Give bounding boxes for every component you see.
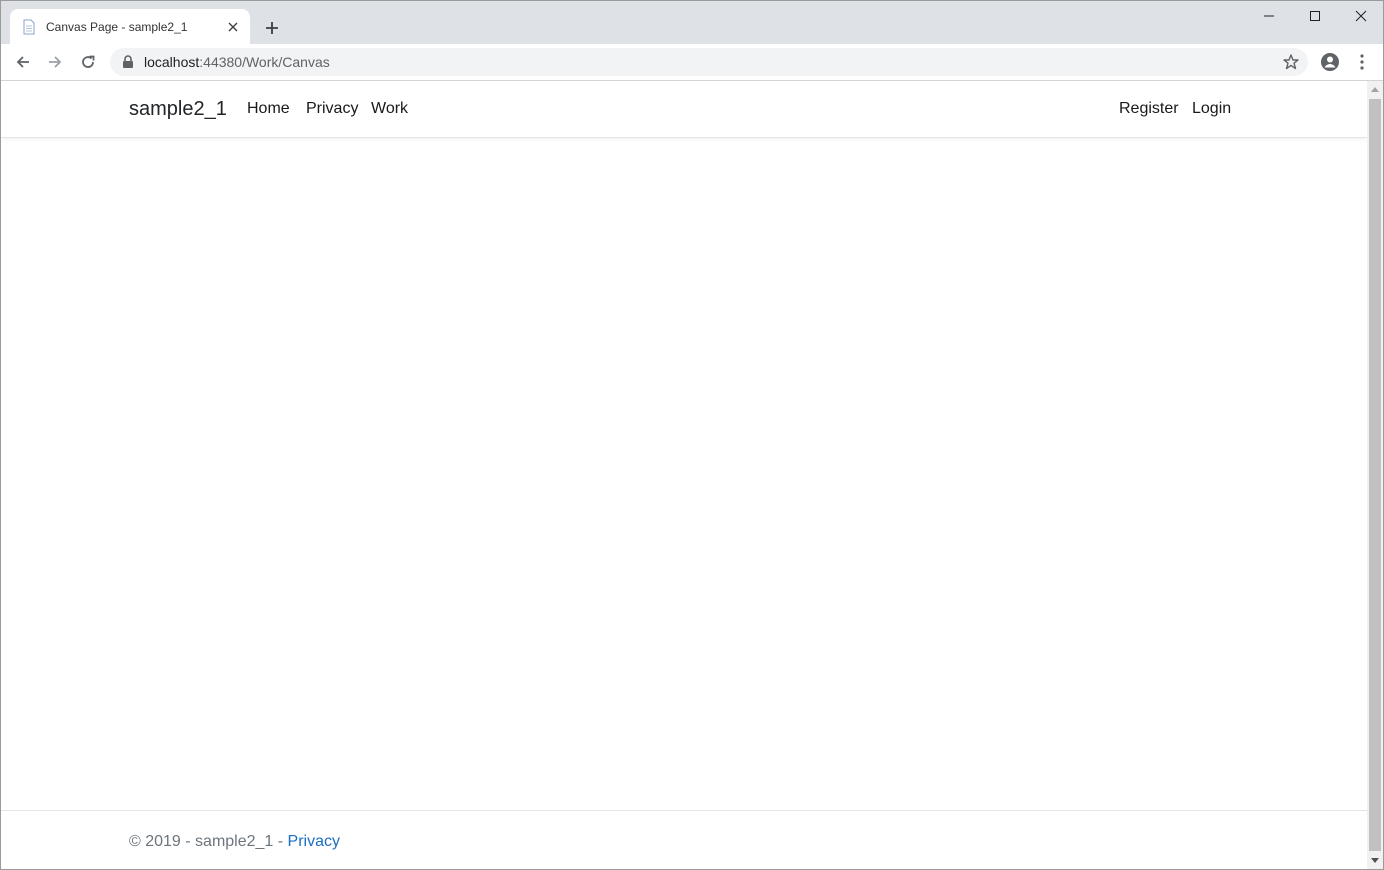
reload-icon[interactable] — [74, 48, 102, 76]
account-icon[interactable] — [1316, 48, 1344, 76]
nav-register[interactable]: Register — [1119, 100, 1179, 118]
tab-close-icon[interactable] — [224, 18, 242, 36]
page-scrollbar[interactable] — [1367, 81, 1383, 869]
maximize-icon[interactable] — [1292, 1, 1338, 31]
scroll-up-icon[interactable] — [1367, 81, 1383, 98]
site-brand[interactable]: sample2_1 — [129, 98, 227, 121]
nav-login[interactable]: Login — [1192, 100, 1231, 118]
nav-home[interactable]: Home — [247, 100, 290, 118]
url-host: localhost — [144, 54, 200, 70]
tab-strip: Canvas Page - sample2_1 — [1, 1, 1383, 44]
url-text: localhost:44380/Work/Canvas — [144, 54, 330, 70]
scroll-down-icon[interactable] — [1367, 852, 1383, 869]
browser-toolbar: localhost:44380/Work/Canvas — [1, 44, 1383, 81]
arrow-left-icon[interactable] — [9, 48, 37, 76]
site-navbar: sample2_1 Home Privacy Work Register Log… — [1, 81, 1367, 138]
address-bar[interactable]: localhost:44380/Work/Canvas — [110, 48, 1308, 76]
site-footer: © 2019 - sample2_1 - Privacy — [1, 810, 1367, 869]
nav-work[interactable]: Work — [371, 100, 408, 118]
arrow-right-icon[interactable] — [41, 48, 69, 76]
page-viewport: sample2_1 Home Privacy Work Register Log… — [1, 81, 1367, 869]
tab-title: Canvas Page - sample2_1 — [46, 20, 188, 34]
active-tab[interactable]: Canvas Page - sample2_1 — [10, 9, 250, 44]
lock-icon — [123, 55, 133, 68]
scroll-thumb[interactable] — [1369, 99, 1381, 851]
url-path: :44380/Work/Canvas — [199, 54, 330, 70]
footer-privacy-link[interactable]: Privacy — [288, 833, 340, 850]
plus-icon[interactable] — [260, 16, 284, 40]
nav-privacy[interactable]: Privacy — [306, 100, 358, 118]
page-icon — [23, 19, 35, 35]
minimize-icon[interactable] — [1246, 1, 1292, 31]
footer-text: © 2019 - sample2_1 - Privacy — [129, 833, 340, 851]
footer-copyright: © 2019 - sample2_1 - — [129, 833, 288, 850]
more-vert-icon[interactable] — [1348, 48, 1376, 76]
star-icon[interactable] — [1282, 53, 1300, 71]
browser-window: Canvas Page - sample2_1 localhost:44380/… — [0, 0, 1384, 870]
close-icon[interactable] — [1338, 1, 1383, 31]
